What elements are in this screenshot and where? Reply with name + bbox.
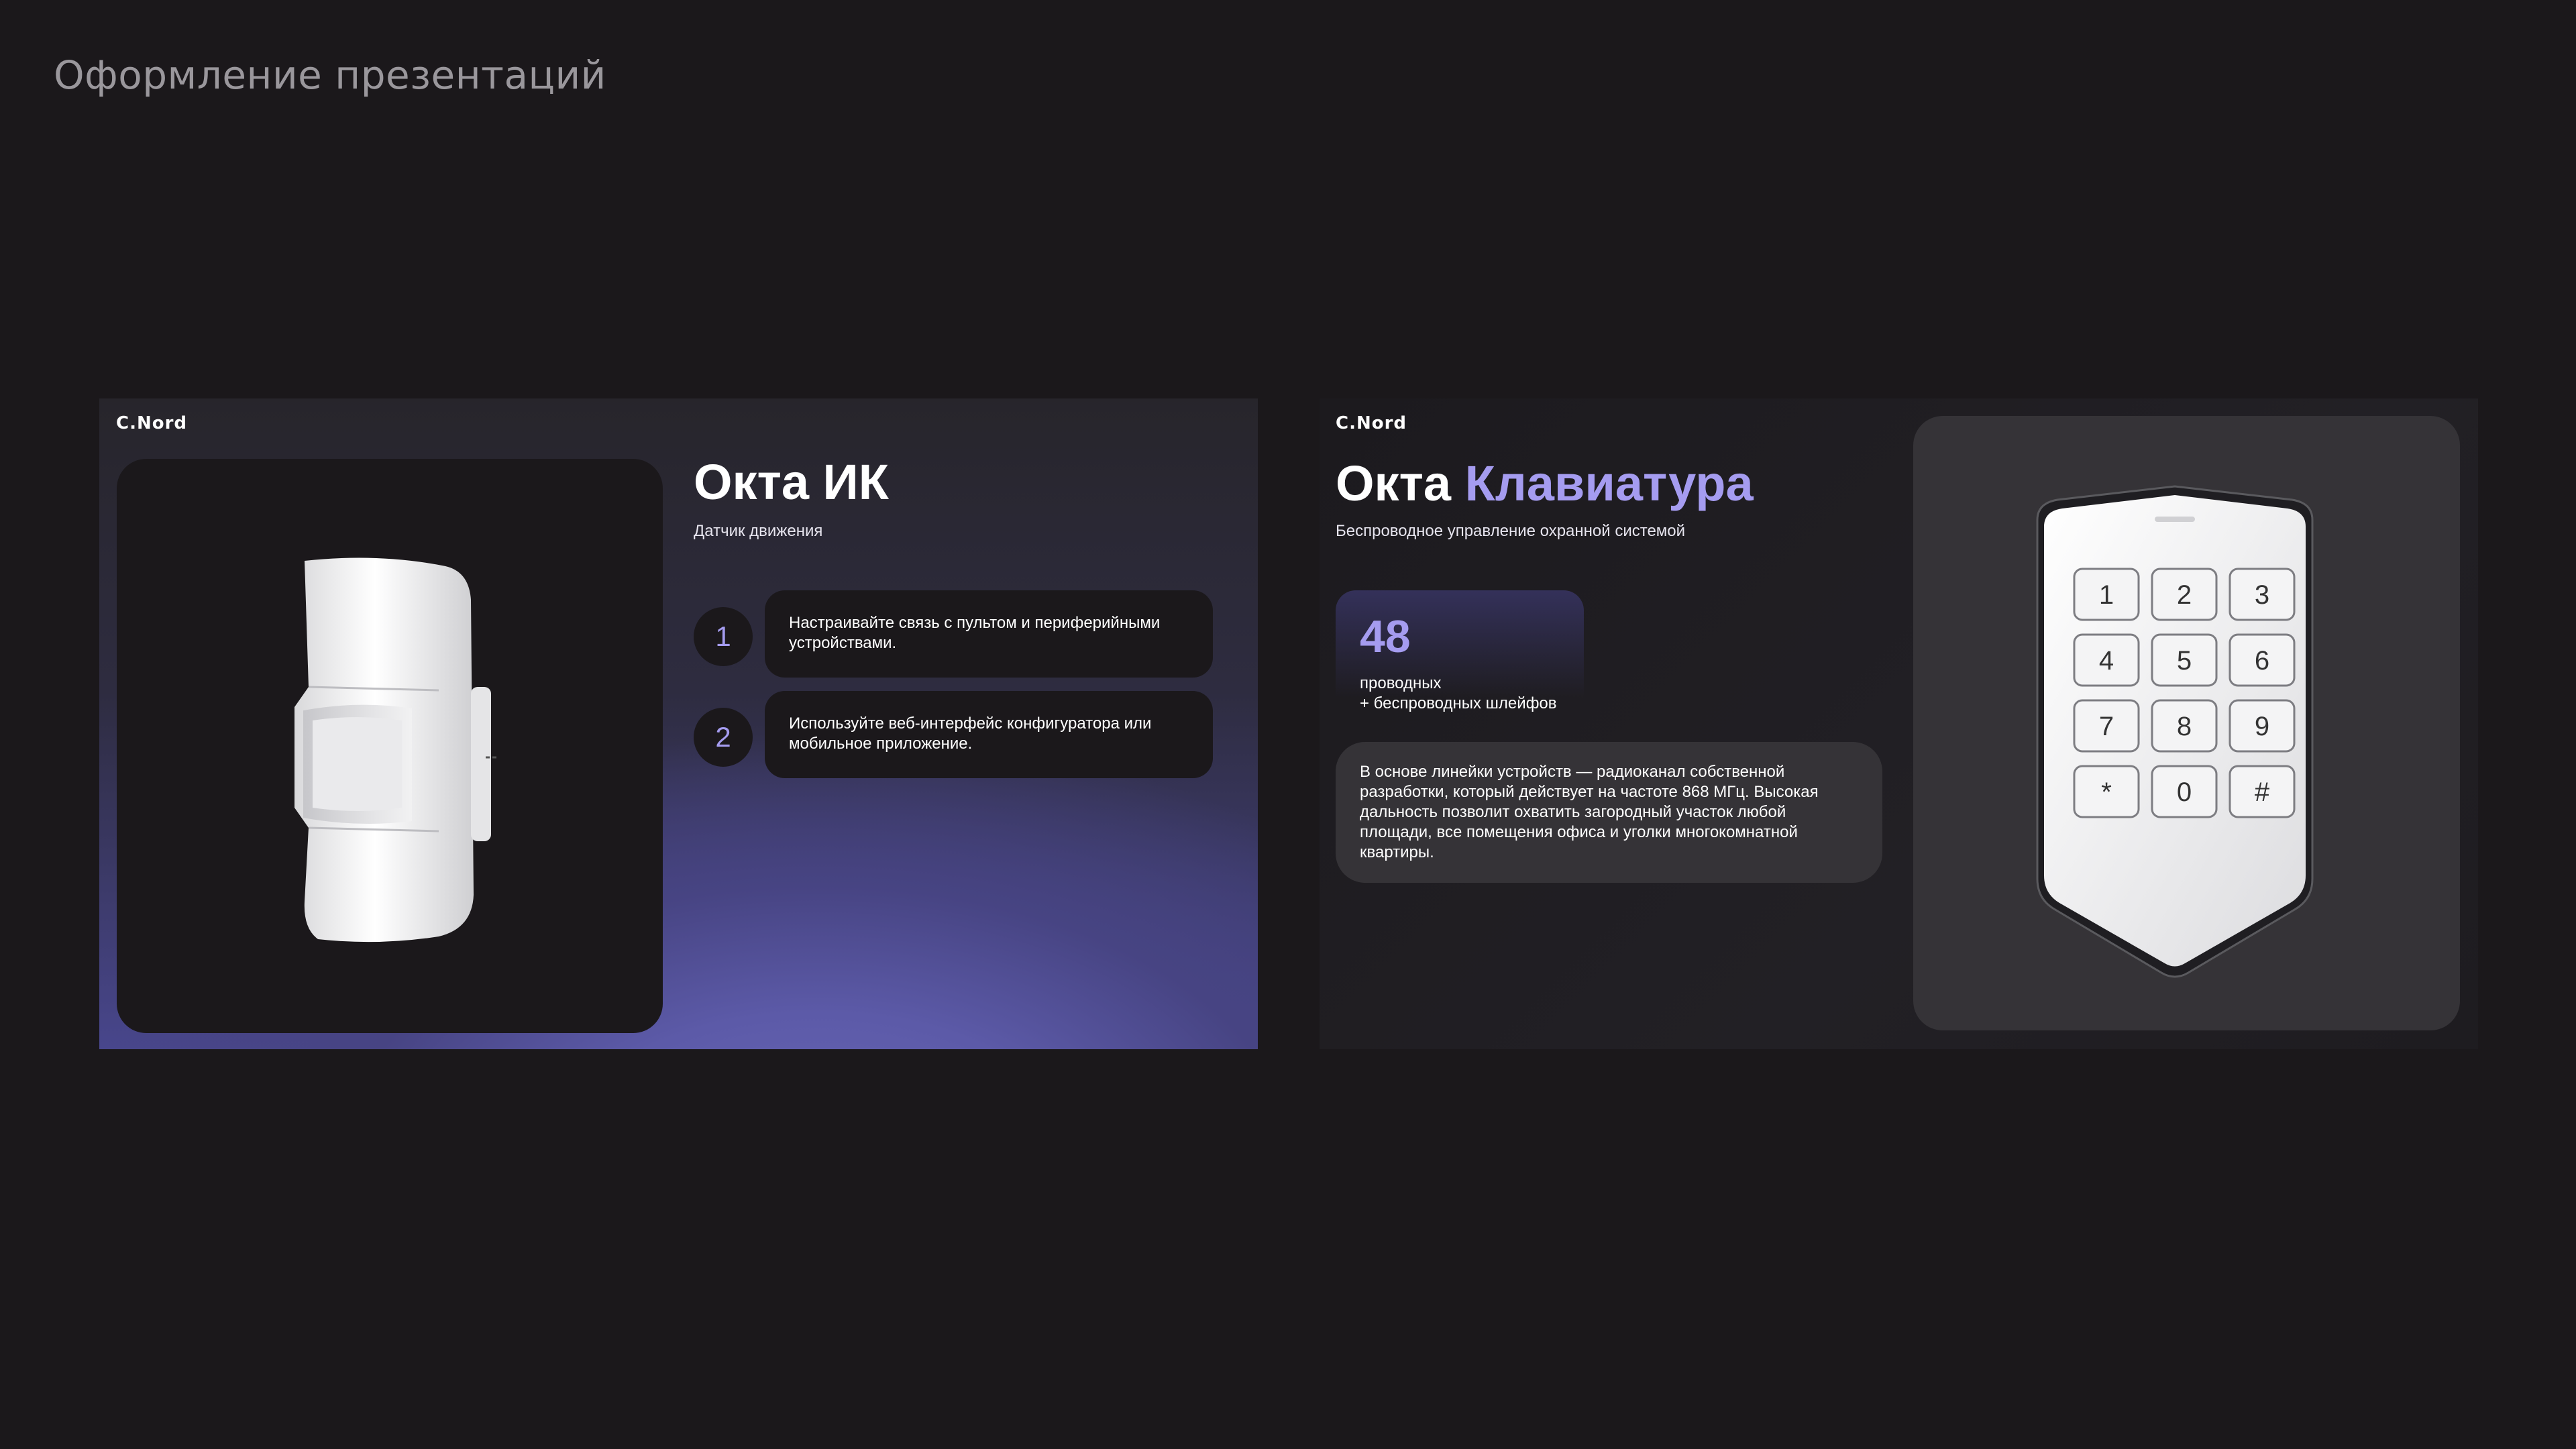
keypad-key-7: 7 (2073, 699, 2140, 753)
stat-value: 48 (1360, 611, 1411, 662)
step-text-2: Используйте веб-интерфейс конфигуратора … (765, 691, 1213, 778)
svg-text:7: 7 (2099, 712, 2114, 741)
svg-text:4: 4 (2099, 646, 2114, 676)
keypad-key-8: 8 (2151, 699, 2218, 753)
slide-okta-ik[interactable]: C.Nord Окта ИК Датчик движения 1 Настраи… (99, 398, 1258, 1049)
brand-logo: C.Nord (116, 413, 188, 433)
slide-title: Окта Клавиатура (1336, 455, 1754, 512)
keypad-key-4: 4 (2073, 633, 2140, 687)
page-title: Оформление презентаций (54, 52, 606, 98)
step-number-1: 1 (694, 607, 753, 666)
svg-text:9: 9 (2255, 712, 2269, 741)
keypad-key-6: 6 (2229, 633, 2296, 687)
keypad-image: 1 2 3 4 5 6 7 8 9 * 0 # (2036, 485, 2314, 978)
keypad-key-9: 9 (2229, 699, 2296, 753)
motion-sensor-image (294, 557, 499, 943)
keypad-photo-card: 1 2 3 4 5 6 7 8 9 * 0 # (1913, 416, 2460, 1030)
svg-text:1: 1 (2099, 580, 2114, 610)
step-number-2: 2 (694, 708, 753, 767)
description-card: В основе линейки устройств — радиоканал … (1336, 742, 1882, 883)
svg-text:5: 5 (2177, 646, 2192, 676)
keypad-key-star: * (2073, 765, 2140, 818)
title-part-1: Окта (1336, 455, 1451, 511)
svg-text:8: 8 (2177, 712, 2192, 741)
stat-card: 48 проводных + беспроводных шлейфов (1336, 590, 1584, 724)
svg-text:6: 6 (2255, 646, 2269, 676)
title-part-2-accent: Клавиатура (1464, 455, 1754, 511)
brand-logo: C.Nord (1336, 413, 1407, 433)
keypad-key-5: 5 (2151, 633, 2218, 687)
keypad-key-2: 2 (2151, 568, 2218, 621)
keypad-key-1: 1 (2073, 568, 2140, 621)
svg-text:2: 2 (2177, 580, 2192, 610)
svg-text:0: 0 (2177, 777, 2192, 807)
keypad-key-3: 3 (2229, 568, 2296, 621)
svg-text:*: * (2101, 777, 2112, 807)
slide-subtitle: Беспроводное управление охранной системо… (1336, 522, 1686, 540)
slide-title: Окта ИК (694, 454, 889, 510)
keypad-key-0: 0 (2151, 765, 2218, 818)
keypad-key-hash: # (2229, 765, 2296, 818)
stat-label: проводных + беспроводных шлейфов (1360, 674, 1557, 712)
product-photo-card (117, 459, 663, 1033)
svg-text:3: 3 (2255, 580, 2269, 610)
slide-subtitle: Датчик движения (694, 522, 823, 540)
step-text-1: Настраивайте связь с пультом и периферий… (765, 590, 1213, 678)
svg-text:#: # (2255, 777, 2270, 807)
slide-okta-keypad[interactable]: C.Nord Окта Клавиатура Беспроводное упра… (1320, 398, 2478, 1049)
